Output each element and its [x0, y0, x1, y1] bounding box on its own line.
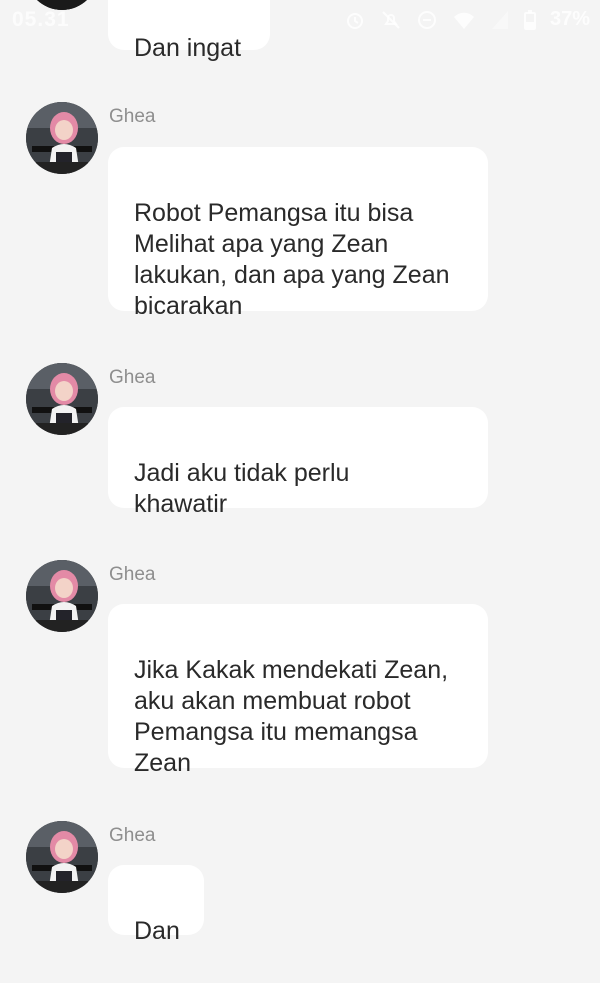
sender-name: Ghea — [109, 564, 156, 585]
alarm-icon — [344, 9, 366, 31]
signal-icon — [490, 9, 510, 31]
dnd-icon — [416, 9, 438, 31]
message-bubble[interactable]: Jadi aku tidak perlu khawatir — [108, 407, 488, 518]
avatar[interactable] — [26, 363, 98, 435]
chat-screen: 05.31 37% Dan ingat Ghea Robot Pemangsa … — [0, 0, 600, 983]
avatar[interactable] — [26, 560, 98, 632]
message-text: Dan — [134, 917, 180, 945]
mute-icon — [380, 9, 402, 31]
avatar[interactable] — [26, 821, 98, 893]
battery-percentage: 37% — [549, 8, 590, 30]
message-bubble[interactable]: Robot Pemangsa itu bisa Melihat apa yang… — [108, 147, 488, 320]
message-bubble[interactable]: Jika Kakak mendekati Zean, aku akan memb… — [108, 604, 488, 777]
message-bubble[interactable]: Dan — [108, 865, 204, 945]
sender-name: Ghea — [109, 367, 156, 388]
message-text: Robot Pemangsa itu bisa Melihat apa yang… — [134, 199, 450, 320]
wifi-icon — [452, 9, 476, 31]
avatar[interactable] — [26, 102, 98, 174]
sender-name: Ghea — [109, 106, 156, 127]
message-text: Jika Kakak mendekati Zean, aku akan memb… — [134, 656, 449, 777]
status-time: 05.31 — [12, 8, 70, 31]
message-text: Jadi aku tidak perlu khawatir — [134, 459, 350, 518]
battery-icon — [523, 9, 536, 30]
status-bar: 05.31 37% — [0, 0, 600, 42]
sender-name: Ghea — [109, 825, 156, 846]
status-icons: 37% — [344, 8, 590, 31]
